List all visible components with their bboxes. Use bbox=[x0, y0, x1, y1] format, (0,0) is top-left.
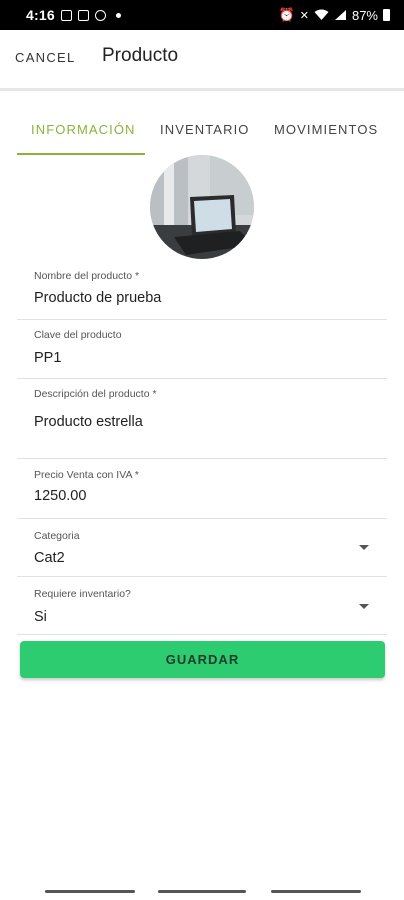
categoria-select[interactable]: Cat2 bbox=[34, 550, 65, 566]
status-bar: 4:16 ⏰ ✕ 87% bbox=[0, 0, 404, 30]
inventario-label: Requiere inventario? bbox=[34, 588, 131, 600]
tab-bar: INFORMACIÓN INVENTARIO MOVIMIENTOS bbox=[0, 112, 404, 156]
field-descripcion[interactable]: Descripción del producto * Producto estr… bbox=[17, 379, 387, 459]
mute-icon: ✕ bbox=[299, 9, 309, 22]
facebook-notification-icon bbox=[94, 9, 106, 21]
field-categoria[interactable]: Categoria Cat2 bbox=[17, 519, 387, 577]
save-button[interactable]: GUARDAR bbox=[20, 641, 385, 678]
status-right: ⏰ ✕ 87% bbox=[279, 7, 390, 23]
status-left: 4:16 bbox=[26, 7, 121, 23]
descripcion-label: Descripción del producto * bbox=[34, 388, 157, 400]
tab-inventario[interactable]: INVENTARIO bbox=[160, 122, 250, 137]
field-inventario[interactable]: Requiere inventario? Si bbox=[17, 577, 387, 635]
clave-label: Clave del producto bbox=[34, 329, 122, 341]
signal-icon bbox=[334, 10, 346, 20]
nombre-input[interactable]: Producto de prueba bbox=[34, 290, 161, 306]
product-image[interactable] bbox=[150, 155, 254, 259]
tab-indicator bbox=[17, 153, 145, 155]
field-clave[interactable]: Clave del producto PP1 bbox=[17, 320, 387, 379]
app-bar: CANCEL Producto bbox=[0, 30, 404, 88]
categoria-dropdown-icon[interactable] bbox=[359, 545, 369, 550]
more-notifications-icon bbox=[115, 12, 121, 18]
field-precio[interactable]: Precio Venta con IVA * 1250.00 bbox=[17, 459, 387, 519]
cancel-button[interactable]: CANCEL bbox=[15, 50, 76, 65]
back-button[interactable] bbox=[271, 890, 361, 893]
categoria-label: Categoria bbox=[34, 530, 80, 542]
nombre-label: Nombre del producto * bbox=[34, 270, 140, 282]
wifi-icon bbox=[314, 9, 329, 20]
inventario-dropdown-icon[interactable] bbox=[359, 604, 369, 609]
system-nav-bar bbox=[0, 880, 404, 900]
gallery-notification-icon bbox=[60, 9, 72, 21]
gmail-notification-icon bbox=[77, 9, 89, 21]
field-nombre[interactable]: Nombre del producto * Producto de prueba bbox=[17, 262, 387, 320]
tab-informacion[interactable]: INFORMACIÓN bbox=[31, 122, 136, 137]
precio-label: Precio Venta con IVA * bbox=[34, 469, 139, 481]
app-bar-divider bbox=[0, 88, 404, 91]
home-button[interactable] bbox=[158, 890, 246, 893]
battery-icon bbox=[383, 9, 390, 21]
tab-movimientos[interactable]: MOVIMIENTOS bbox=[274, 122, 378, 137]
battery-percent: 87% bbox=[351, 7, 378, 23]
alarm-icon: ⏰ bbox=[278, 7, 295, 22]
laptop-photo bbox=[150, 155, 254, 259]
descripcion-input[interactable]: Producto estrella bbox=[34, 414, 143, 430]
clave-input[interactable]: PP1 bbox=[34, 350, 61, 366]
inventario-select[interactable]: Si bbox=[34, 609, 47, 625]
recent-apps-button[interactable] bbox=[45, 890, 135, 893]
page-title: Producto bbox=[102, 45, 179, 66]
status-time: 4:16 bbox=[26, 7, 55, 23]
precio-input[interactable]: 1250.00 bbox=[34, 488, 86, 504]
